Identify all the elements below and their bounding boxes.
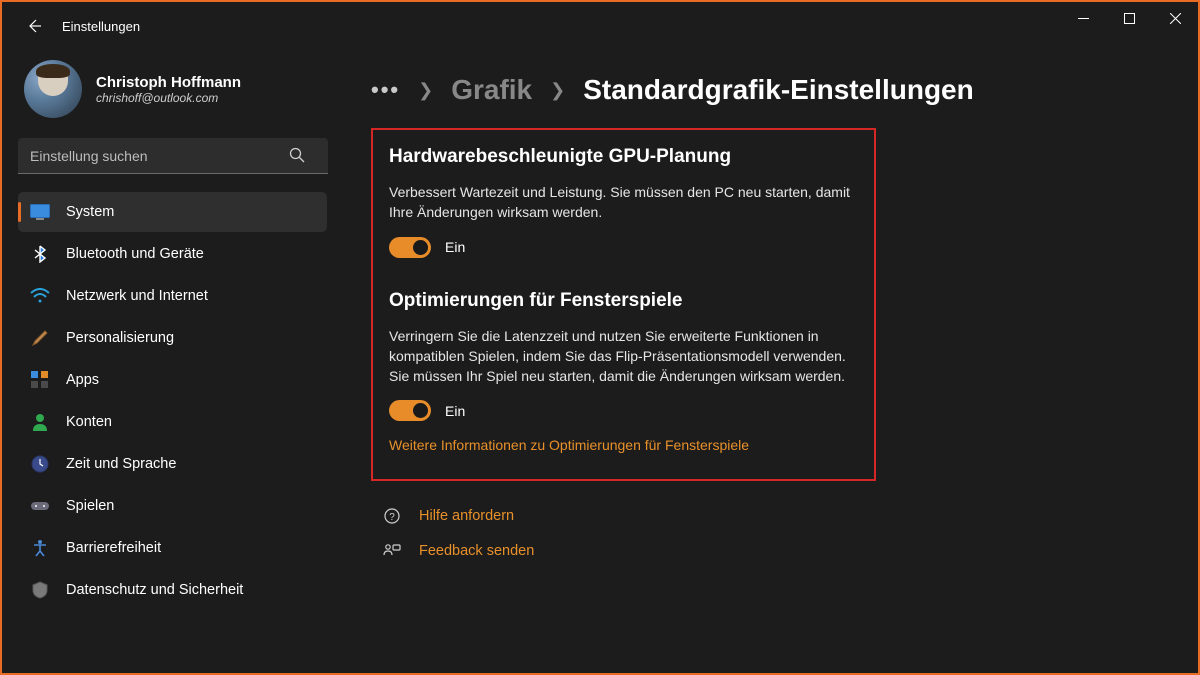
- wifi-icon: [30, 286, 50, 306]
- system-icon: [30, 202, 50, 222]
- sidebar-item-label: Konten: [66, 414, 112, 430]
- breadcrumb-parent[interactable]: Grafik: [451, 74, 532, 106]
- accessibility-icon: [30, 538, 50, 558]
- content: ••• ❯ Grafik ❯ Standardgrafik-Einstellun…: [337, 50, 1198, 675]
- sidebar: Christoph Hoffmann chrishoff@outlook.com…: [2, 50, 337, 675]
- gpu-scheduling-toggle[interactable]: [389, 237, 431, 258]
- sidebar-item-bluetooth[interactable]: Bluetooth und Geräte: [18, 234, 327, 274]
- window-controls: [1060, 2, 1198, 42]
- gamepad-icon: [30, 496, 50, 516]
- gpu-scheduling-desc: Verbessert Wartezeit und Leistung. Sie m…: [389, 182, 850, 223]
- windowed-opt-toggle[interactable]: [389, 400, 431, 421]
- bluetooth-icon: [30, 244, 50, 264]
- user-email: chrishoff@outlook.com: [96, 91, 241, 105]
- sidebar-item-label: Bluetooth und Geräte: [66, 246, 204, 262]
- sidebar-item-gaming[interactable]: Spielen: [18, 486, 327, 526]
- sidebar-item-personalization[interactable]: Personalisierung: [18, 318, 327, 358]
- avatar: [24, 60, 82, 118]
- search-wrap: [18, 138, 327, 174]
- shield-icon: [30, 580, 50, 600]
- svg-text:?: ?: [389, 512, 395, 523]
- brush-icon: [30, 328, 50, 348]
- nav: System Bluetooth und Geräte Netzwerk und…: [18, 192, 327, 610]
- search-input[interactable]: [18, 138, 328, 174]
- sidebar-item-network[interactable]: Netzwerk und Internet: [18, 276, 327, 316]
- settings-panel: Hardwarebeschleunigte GPU-Planung Verbes…: [371, 128, 876, 481]
- sidebar-item-label: Barrierefreiheit: [66, 540, 161, 556]
- window-title: Einstellungen: [62, 19, 140, 34]
- footer-links: ? Hilfe anfordern Feedback senden: [371, 507, 1168, 559]
- maximize-icon: [1124, 13, 1135, 24]
- arrow-left-icon: [26, 18, 42, 34]
- sidebar-item-label: Spielen: [66, 498, 114, 514]
- help-link[interactable]: ? Hilfe anfordern: [383, 507, 1168, 525]
- gpu-scheduling-title: Hardwarebeschleunigte GPU-Planung: [389, 146, 850, 168]
- sidebar-item-accessibility[interactable]: Barrierefreiheit: [18, 528, 327, 568]
- sidebar-item-accounts[interactable]: Konten: [18, 402, 327, 442]
- windowed-opt-more-link[interactable]: Weitere Informationen zu Optimierungen f…: [389, 437, 850, 453]
- breadcrumb: ••• ❯ Grafik ❯ Standardgrafik-Einstellun…: [371, 74, 1168, 106]
- sidebar-item-label: Netzwerk und Internet: [66, 288, 208, 304]
- user-name: Christoph Hoffmann: [96, 74, 241, 91]
- chevron-right-icon: ❯: [550, 80, 565, 101]
- sidebar-item-label: Datenschutz und Sicherheit: [66, 582, 243, 598]
- breadcrumb-ellipsis[interactable]: •••: [371, 77, 400, 103]
- gpu-scheduling-toggle-row: Ein: [389, 237, 850, 258]
- windowed-opt-desc: Verringern Sie die Latenzzeit und nutzen…: [389, 326, 850, 387]
- minimize-icon: [1078, 13, 1089, 24]
- feedback-icon: [383, 543, 401, 559]
- chevron-right-icon: ❯: [418, 80, 433, 101]
- help-label: Hilfe anfordern: [419, 508, 514, 524]
- sidebar-item-label: Personalisierung: [66, 330, 174, 346]
- sidebar-item-privacy[interactable]: Datenschutz und Sicherheit: [18, 570, 327, 610]
- sidebar-item-apps[interactable]: Apps: [18, 360, 327, 400]
- back-button[interactable]: [18, 10, 50, 42]
- maximize-button[interactable]: [1106, 2, 1152, 34]
- sidebar-item-label: System: [66, 204, 114, 220]
- titlebar: Einstellungen: [2, 2, 1198, 50]
- feedback-label: Feedback senden: [419, 543, 534, 559]
- windowed-opt-toggle-row: Ein: [389, 400, 850, 421]
- sidebar-item-time[interactable]: Zeit und Sprache: [18, 444, 327, 484]
- user-block[interactable]: Christoph Hoffmann chrishoff@outlook.com: [18, 60, 327, 118]
- close-icon: [1170, 13, 1181, 24]
- sidebar-item-system[interactable]: System: [18, 192, 327, 232]
- minimize-button[interactable]: [1060, 2, 1106, 34]
- feedback-link[interactable]: Feedback senden: [383, 543, 1168, 559]
- close-button[interactable]: [1152, 2, 1198, 34]
- apps-icon: [30, 370, 50, 390]
- search-icon: [289, 147, 305, 166]
- gpu-scheduling-toggle-label: Ein: [445, 239, 465, 255]
- windowed-opt-title: Optimierungen für Fensterspiele: [389, 290, 850, 312]
- page-title: Standardgrafik-Einstellungen: [583, 74, 974, 106]
- sidebar-item-label: Apps: [66, 372, 99, 388]
- help-icon: ?: [383, 507, 401, 525]
- sidebar-item-label: Zeit und Sprache: [66, 456, 176, 472]
- account-icon: [30, 412, 50, 432]
- clock-icon: [30, 454, 50, 474]
- windowed-opt-toggle-label: Ein: [445, 403, 465, 419]
